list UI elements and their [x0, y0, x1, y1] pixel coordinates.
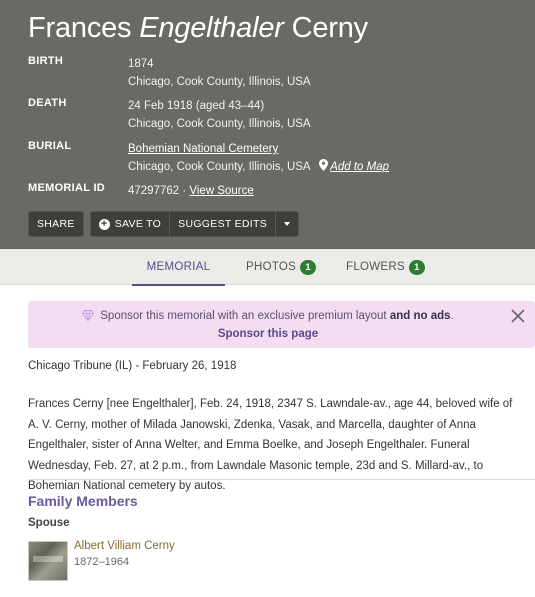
spouse-photo-thumbnail[interactable] — [28, 541, 68, 581]
death-label: DEATH — [28, 97, 67, 109]
memorial-header: Frances Engelthaler Cerny BIRTH 1874 Chi… — [0, 0, 535, 249]
photos-count-badge: 1 — [300, 259, 317, 275]
map-pin-icon — [319, 159, 329, 171]
page-title: Frances Engelthaler Cerny — [28, 12, 368, 45]
tab-memorial[interactable]: MEMORIAL — [132, 249, 225, 286]
spouse-dates: 1872–1964 — [74, 556, 130, 568]
save-to-button[interactable]: + SAVE TO — [91, 212, 171, 236]
obituary-text: Frances Cerny [nee Engelthaler], Feb. 24… — [28, 398, 513, 492]
cemetery-link[interactable]: Bohemian National Cemetery — [128, 143, 278, 155]
chevron-down-icon — [284, 222, 291, 226]
tab-flowers[interactable]: FLOWERS 1 — [346, 249, 425, 285]
spouse-name-link[interactable]: Albert Villiam Cerny — [74, 540, 175, 552]
add-to-map-link[interactable]: Add to Map — [330, 161, 389, 173]
divider — [28, 479, 535, 480]
spouse-label: Spouse — [28, 517, 70, 529]
suggest-edits-label: SUGGEST EDITS — [178, 218, 268, 230]
burial-label: BURIAL — [28, 140, 72, 152]
save-edit-group: + SAVE TO SUGGEST EDITS — [89, 211, 300, 237]
death-value: 24 Feb 1918 (aged 43–44) Chicago, Cook C… — [128, 97, 311, 133]
sponsor-banner: Sponsor this memorial with an exclusive … — [28, 301, 535, 348]
burial-value: Bohemian National Cemetery Chicago, Cook… — [128, 140, 389, 176]
memorial-id-number: 47297762 · — [128, 185, 187, 197]
memorial-id-value: 47297762 · View Source — [128, 182, 254, 200]
birth-label: BIRTH — [28, 55, 64, 67]
birth-date: 1874 — [128, 58, 154, 70]
share-label: SHARE — [37, 218, 75, 230]
memorial-id-label: MEMORIAL ID — [28, 182, 106, 194]
sponsor-text-end: . — [450, 310, 454, 322]
birth-value: 1874 Chicago, Cook County, Illinois, USA — [128, 55, 311, 91]
birth-place: Chicago, Cook County, Illinois, USA — [128, 76, 311, 88]
burial-place: Chicago, Cook County, Illinois, USA — [128, 161, 310, 173]
tab-photos-label: PHOTOS — [246, 261, 297, 273]
first-name: Frances — [28, 12, 132, 44]
tab-flowers-label: FLOWERS — [346, 261, 405, 273]
death-date: 24 Feb 1918 (aged 43–44) — [128, 100, 265, 112]
sponsor-text: Sponsor this memorial with an exclusive … — [100, 310, 387, 322]
memorial-tabs: MEMORIAL PHOTOS 1 FLOWERS 1 — [0, 249, 535, 286]
save-to-label: SAVE TO — [114, 218, 162, 230]
diamond-icon — [82, 310, 95, 321]
maiden-name: Engelthaler — [139, 12, 284, 44]
share-button[interactable]: SHARE — [28, 211, 84, 237]
last-name: Cerny — [291, 12, 369, 44]
obituary-source: Chicago Tribune (IL) - February 26, 1918 — [28, 360, 237, 372]
tab-photos[interactable]: PHOTOS 1 — [246, 249, 317, 285]
close-icon[interactable] — [509, 307, 527, 325]
flowers-count-badge: 1 — [408, 259, 425, 275]
action-buttons: SHARE + SAVE TO SUGGEST EDITS — [28, 211, 300, 237]
sponsor-text-bold: and no ads — [389, 310, 451, 322]
family-members-heading: Family Members — [28, 493, 138, 509]
suggest-edits-button[interactable]: SUGGEST EDITS — [170, 212, 277, 236]
view-source-link[interactable]: View Source — [189, 185, 253, 197]
more-actions-dropdown[interactable] — [276, 212, 298, 236]
tab-memorial-label: MEMORIAL — [146, 261, 211, 273]
death-place: Chicago, Cook County, Illinois, USA — [128, 118, 311, 130]
sponsor-message: Sponsor this memorial with an exclusive … — [28, 310, 508, 322]
sponsor-this-page-link[interactable]: Sponsor this page — [28, 328, 508, 340]
plus-circle-icon: + — [98, 218, 110, 230]
